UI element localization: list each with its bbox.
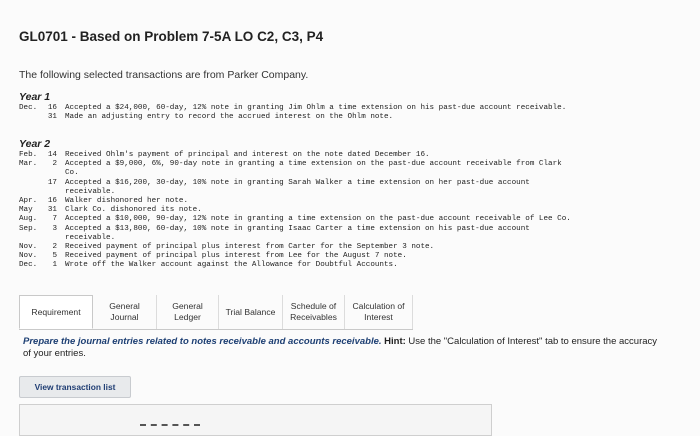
transaction-row: receivable. — [19, 234, 689, 243]
requirement-tabs: Requirement General Journal General Ledger… — [19, 295, 413, 330]
page-title: GL0701 - Based on Problem 7-5A LO C2, C3… — [19, 29, 324, 44]
transaction-row: Dec. 1 Wrote off the Walker account agains… — [19, 261, 689, 270]
panel-dashed-rule — [140, 424, 200, 430]
transaction-row: 31 Made an adjusting entry to record the … — [19, 113, 689, 122]
transaction-text: Accepted a $16,200, 30-day, 10% note in … — [65, 178, 530, 187]
year1-heading: Year 1 — [19, 91, 51, 103]
tab-schedule-of-receivables[interactable]: Schedule of Receivables — [283, 295, 345, 329]
transaction-month — [19, 169, 42, 178]
transaction-day: 1 — [52, 261, 57, 270]
transaction-month: Nov. — [19, 252, 38, 261]
transaction-text: receivable. — [65, 187, 116, 196]
transaction-row: Nov. 5 Received payment of principal plus … — [19, 252, 689, 261]
transaction-month: Apr. — [19, 197, 38, 206]
transaction-row: 17 Accepted a $16,200, 30-day, 10% note i… — [19, 179, 689, 188]
transaction-row: Apr. 16 Walker dishonored her note. — [19, 197, 689, 206]
transaction-month — [19, 113, 42, 122]
transaction-text: Accepted a $9,000, 6%, 90-day note in gr… — [65, 160, 562, 169]
view-transaction-list-button[interactable]: View transaction list — [19, 376, 131, 398]
transaction-text: Accepted a $10,000, 90-day, 12% note in … — [65, 215, 571, 224]
transaction-text: Walker dishonored her note. — [65, 197, 189, 206]
transaction-day: 2 — [52, 160, 57, 169]
transaction-text: receivable. — [65, 233, 116, 242]
transaction-day: 14 — [47, 151, 57, 159]
transaction-month — [19, 188, 42, 197]
tab-general-ledger[interactable]: General Ledger — [157, 295, 219, 329]
transaction-row: May 31 Clark Co. dishonored its note. — [19, 206, 689, 215]
entry-panel — [19, 404, 492, 436]
transaction-text: Wrote off the Walker account against the… — [65, 261, 398, 270]
transaction-day — [42, 169, 65, 178]
transaction-row: Sep. 3 Accepted a $13,800, 60-day, 10% not… — [19, 225, 689, 234]
transaction-text: Received Ohlm's payment of principal and… — [65, 151, 430, 159]
transaction-row: Co. — [19, 169, 689, 178]
transaction-month: Nov. — [19, 243, 38, 252]
transaction-row: Mar. 2 Accepted a $9,000, 6%, 90-day note … — [19, 160, 689, 169]
intro-text: The following selected transactions are … — [19, 69, 309, 81]
instruction-lead: Prepare the journal entries related to n… — [23, 336, 382, 347]
transaction-month: Dec. — [19, 261, 38, 270]
year2-transactions: Feb. 14 Received Ohlm's payment of princip… — [19, 151, 689, 271]
transaction-text: Clark Co. dishonored its note. — [65, 206, 202, 215]
transaction-month: Feb. — [19, 151, 38, 159]
tab-general-journal[interactable]: General Journal — [93, 295, 157, 329]
hint-label: Hint: — [384, 336, 406, 347]
transaction-day: 31 — [47, 206, 57, 215]
transaction-month — [19, 179, 42, 188]
transaction-month: Dec. — [19, 104, 38, 112]
year2-heading: Year 2 — [19, 138, 51, 150]
transaction-month — [19, 234, 42, 243]
transaction-month: Aug. — [19, 215, 38, 224]
transaction-month: Mar. — [19, 160, 38, 169]
transaction-row: Dec. 16 Accepted a $24,000, 60-day, 12% no… — [19, 104, 689, 113]
transaction-day — [42, 188, 65, 197]
transaction-row: Feb. 14 Received Ohlm's payment of princip… — [19, 151, 689, 160]
transaction-month: May — [19, 206, 33, 215]
transaction-day: 3 — [52, 224, 57, 233]
tab-requirement[interactable]: Requirement — [19, 295, 93, 329]
transaction-text: Made an adjusting entry to record the ac… — [65, 113, 394, 122]
transaction-row: Nov. 2 Received payment of principal plus … — [19, 243, 689, 252]
transaction-text: Accepted a $24,000, 60-day, 12% note in … — [65, 104, 567, 112]
transaction-day: 7 — [52, 215, 57, 224]
tab-trial-balance[interactable]: Trial Balance — [219, 295, 283, 329]
transaction-text: Accepted a $13,800, 60-day, 10% note in … — [65, 224, 530, 233]
transaction-row: receivable. — [19, 188, 689, 197]
transaction-day: 5 — [52, 252, 57, 261]
instruction: Prepare the journal entries related to n… — [23, 336, 663, 360]
transaction-text: Co. — [65, 169, 79, 178]
transaction-day: 16 — [47, 104, 57, 112]
year1-transactions: Dec. 16 Accepted a $24,000, 60-day, 12% no… — [19, 104, 689, 122]
transaction-text: Received payment of principal plus inter… — [65, 252, 407, 261]
transaction-row: Aug. 7 Accepted a $10,000, 90-day, 12% not… — [19, 215, 689, 224]
transaction-day: 17 — [47, 178, 57, 187]
transaction-day: 31 — [47, 113, 57, 122]
transaction-month: Sep. — [19, 224, 38, 233]
transaction-text: Received payment of principal plus inter… — [65, 243, 435, 252]
tab-calculation-of-interest[interactable]: Calculation of Interest — [345, 295, 413, 329]
transaction-day — [42, 234, 65, 243]
transaction-day: 2 — [52, 243, 57, 252]
transaction-day: 16 — [47, 197, 57, 206]
